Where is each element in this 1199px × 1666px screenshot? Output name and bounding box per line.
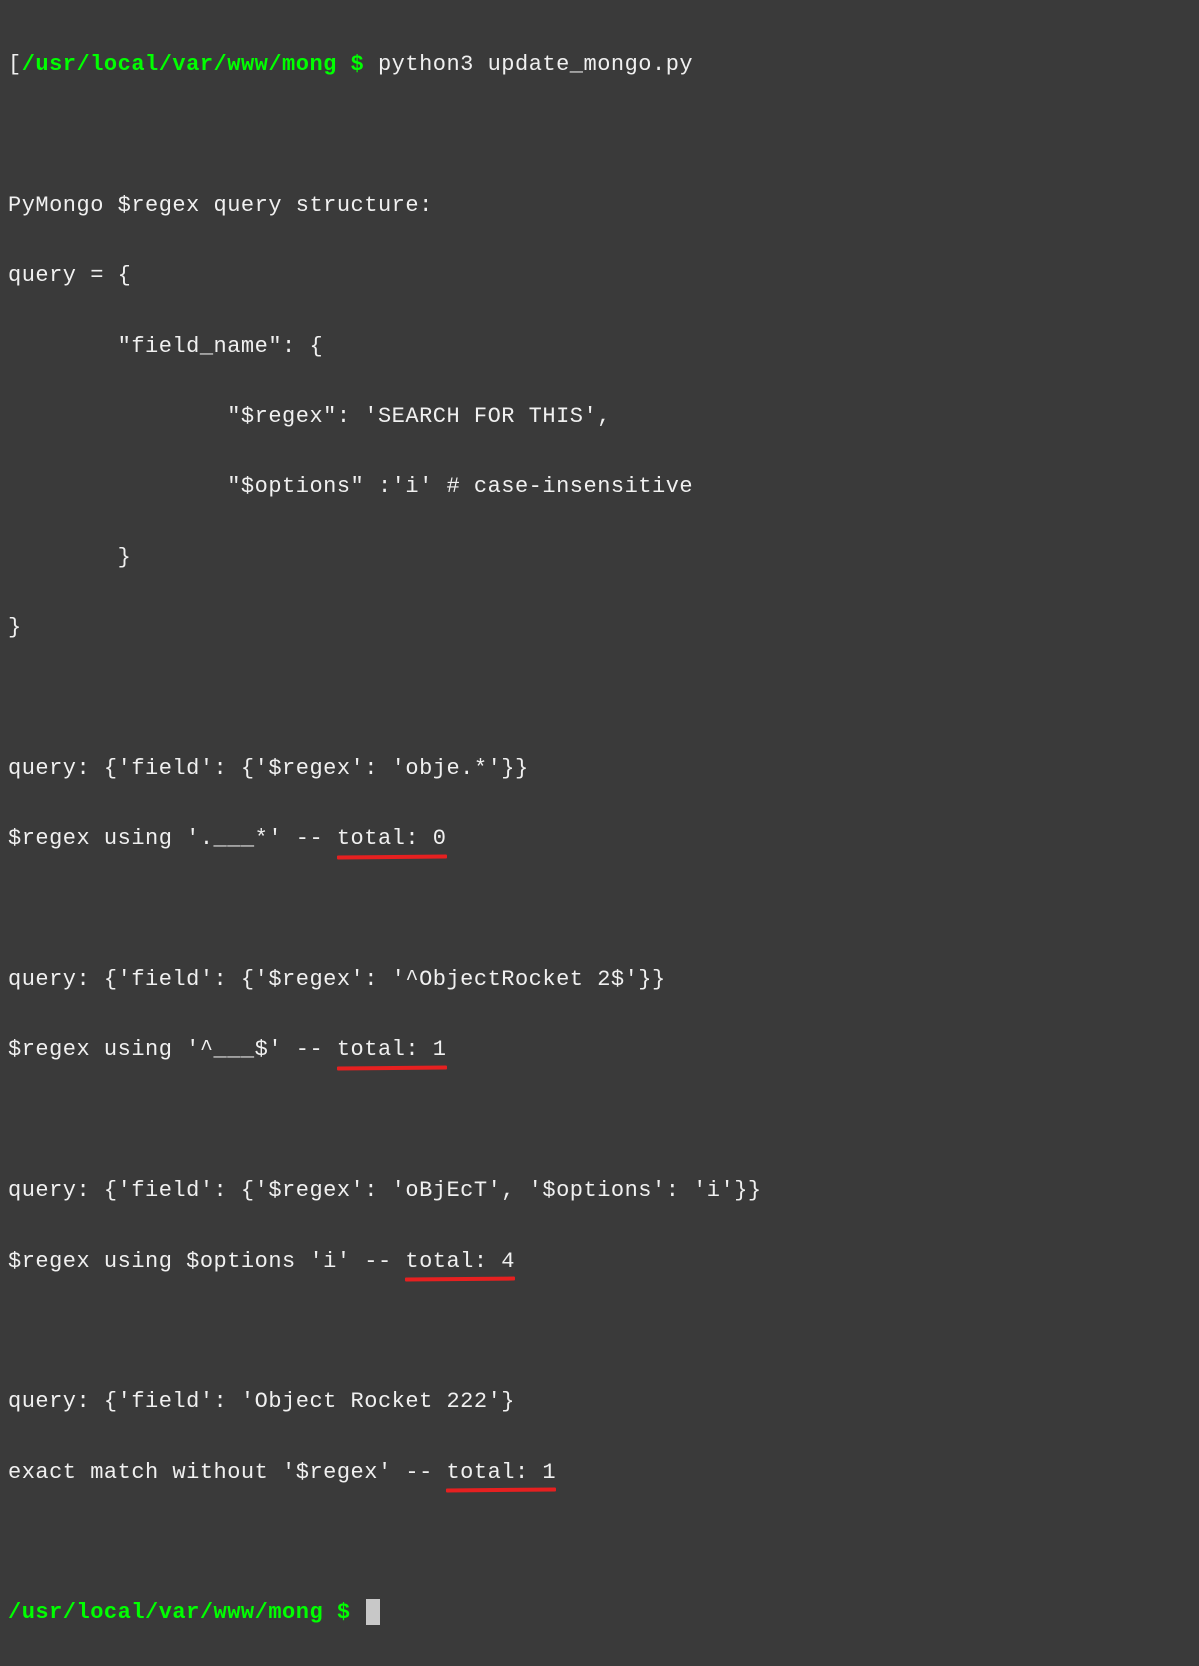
output-struct: query = { [8,258,1191,293]
blank-line [8,1103,1191,1138]
total-highlight: total: 1 [337,1032,447,1067]
bracket-open: [ [8,52,22,77]
result-prefix: exact match without '$regex' -- [8,1460,446,1485]
terminal-window[interactable]: [/usr/local/var/www/mong $ python3 updat… [8,12,1191,1666]
blank-line [8,1525,1191,1560]
total-highlight: total: 4 [405,1244,515,1279]
prompt-line-1: [/usr/local/var/www/mong $ python3 updat… [8,47,1191,82]
query-2: query: {'field': {'$regex': '^ObjectRock… [8,962,1191,997]
blank-line [8,1314,1191,1349]
query-4: query: {'field': 'Object Rocket 222'} [8,1384,1191,1419]
blank-line [8,892,1191,927]
output-struct: "$options" :'i' # case-insensitive [8,469,1191,504]
query-3: query: {'field': {'$regex': 'oBjEcT', '$… [8,1173,1191,1208]
blank-line [8,118,1191,153]
result-4: exact match without '$regex' -- total: 1 [8,1455,1191,1490]
total-highlight: total: 1 [446,1455,556,1490]
result-prefix: $regex using '^___$' -- [8,1037,337,1062]
cursor-icon [366,1599,380,1625]
result-prefix: $regex using $options 'i' -- [8,1249,405,1274]
output-struct: } [8,610,1191,645]
result-prefix: $regex using '.___*' -- [8,826,337,851]
command-text: python3 update_mongo.py [378,52,693,77]
output-struct: "field_name": { [8,329,1191,364]
prompt-symbol: $ [323,1600,364,1625]
prompt-symbol: $ [337,52,378,77]
total-highlight: total: 0 [337,821,447,856]
result-2: $regex using '^___$' -- total: 1 [8,1032,1191,1067]
output-struct: "$regex": 'SEARCH FOR THIS', [8,399,1191,434]
output-struct: } [8,540,1191,575]
cwd-path: /usr/local/var/www/mong [22,52,337,77]
output-header: PyMongo $regex query structure: [8,188,1191,223]
query-1: query: {'field': {'$regex': 'obje.*'}} [8,751,1191,786]
cwd-path: /usr/local/var/www/mong [8,1600,323,1625]
result-1: $regex using '.___*' -- total: 0 [8,821,1191,856]
blank-line [8,681,1191,716]
prompt-line-2[interactable]: /usr/local/var/www/mong $ [8,1595,1191,1630]
result-3: $regex using $options 'i' -- total: 4 [8,1244,1191,1279]
